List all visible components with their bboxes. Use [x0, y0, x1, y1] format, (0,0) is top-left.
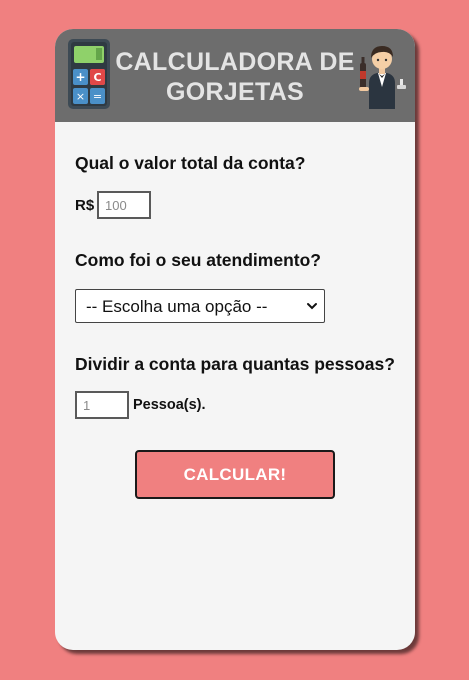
chevron-down-icon: [307, 303, 317, 310]
service-select-value: -- Escolha uma opção --: [86, 297, 268, 316]
waiter-icon: [359, 46, 406, 109]
people-count-input[interactable]: [75, 391, 129, 419]
svg-text:=: =: [93, 90, 102, 103]
svg-text:C: C: [93, 71, 101, 84]
service-select[interactable]: -- Escolha uma opção --: [75, 289, 325, 323]
svg-text:+: +: [75, 70, 85, 84]
bill-amount-input[interactable]: [97, 191, 151, 219]
currency-label: R$: [75, 197, 95, 214]
calculate-button[interactable]: CALCULAR!: [135, 450, 335, 499]
svg-text:×: ×: [76, 90, 85, 103]
header: + C × = CALCULADORA DE GORJETAS: [55, 29, 415, 122]
tip-calculator-card: + C × = CALCULADORA DE GORJETAS Qual o v…: [55, 29, 415, 650]
people-question: Dividir a conta para quantas pessoas?: [75, 354, 395, 374]
bill-question: Qual o valor total da conta?: [75, 153, 306, 173]
service-question: Como foi o seu atendimento?: [75, 250, 321, 270]
people-suffix: Pessoa(s).: [133, 397, 206, 413]
calculator-icon: + C × =: [68, 39, 110, 109]
app-title: CALCULADORA DE GORJETAS: [115, 48, 355, 106]
